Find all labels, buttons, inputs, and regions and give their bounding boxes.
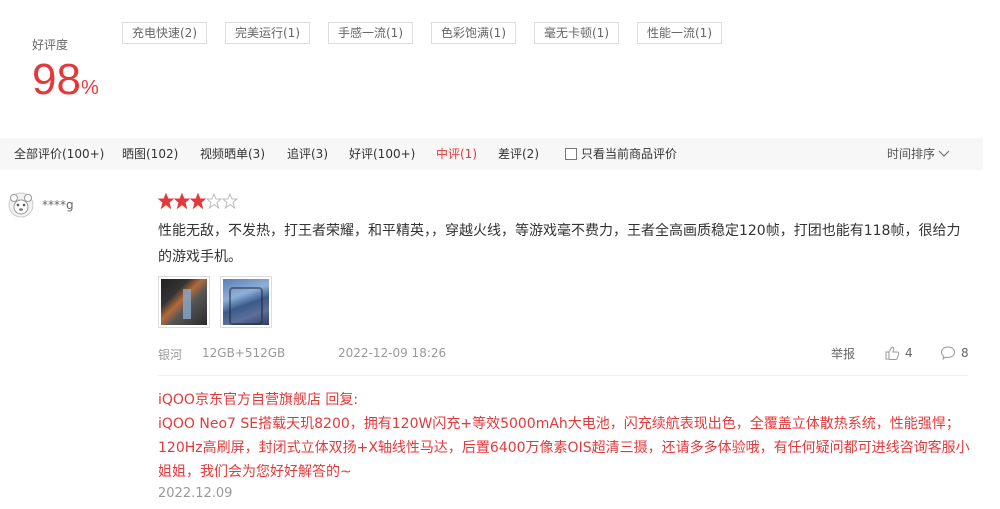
comment-button[interactable]: 8 — [940, 345, 969, 361]
rating-unit: % — [80, 77, 99, 99]
filter-followup[interactable]: 追评(3) — [287, 138, 328, 170]
like-count: 4 — [905, 346, 913, 360]
filter-good[interactable]: 好评(100+) — [349, 138, 415, 170]
star-rating — [158, 193, 238, 209]
filter-all[interactable]: 全部评价(100+) — [14, 138, 104, 170]
thumb-up-icon — [885, 346, 900, 360]
filter-bad[interactable]: 差评(2) — [498, 138, 539, 170]
rating-value: 98% — [32, 56, 99, 104]
filter-medium[interactable]: 中评(1) — [436, 138, 477, 170]
username: ****g — [42, 198, 74, 212]
filter-photos[interactable]: 晒图(102) — [122, 138, 178, 170]
tag-item[interactable]: 完美运行(1) — [225, 22, 310, 44]
reply-header: iQOO京东官方自营旗舰店 回复: — [158, 392, 359, 408]
star-icon — [222, 193, 238, 209]
checkbox-icon[interactable] — [565, 148, 577, 160]
current-product-only-label: 只看当前商品评价 — [581, 147, 678, 161]
like-button[interactable]: 4 — [884, 345, 913, 361]
review-text: 性能无敌，不发热，打王者荣耀，和平精英，，穿越火线，等游戏毫不费力，王者全高画质… — [158, 223, 961, 265]
avatar-icon — [8, 192, 34, 218]
reply-text: iQOO Neo7 SE搭载天玑8200，拥有120W闪充+等效5000mAh大… — [158, 416, 970, 480]
review-image-thumbnail[interactable] — [158, 276, 210, 328]
tag-item[interactable]: 手感一流(1) — [328, 22, 413, 44]
star-icon — [174, 193, 190, 209]
current-product-only-toggle[interactable]: 只看当前商品评价 — [565, 138, 677, 170]
rating-number: 98 — [32, 55, 81, 104]
review-datetime: 2022-12-09 18:26 — [338, 346, 447, 360]
review-tags: 充电快速(2) 完美运行(1) 手感一流(1) 色彩饱满(1) 毫无卡顿(1) … — [122, 22, 740, 44]
review-images — [158, 276, 282, 328]
review-image-thumbnail[interactable] — [220, 276, 272, 328]
seller-reply: iQOO京东官方自营旗舰店 回复: iQOO Neo7 SE搭载天玑8200，拥… — [158, 388, 970, 484]
comment-count: 8 — [961, 346, 969, 360]
star-icon — [190, 193, 206, 209]
tag-item[interactable]: 充电快速(2) — [122, 22, 207, 44]
sort-label: 时间排序 — [887, 147, 936, 161]
product-spec: 12GB+512GB — [202, 346, 286, 360]
tag-item[interactable]: 色彩饱满(1) — [431, 22, 516, 44]
sort-by-time[interactable]: 时间排序 — [887, 138, 950, 170]
filter-video[interactable]: 视频晒单(3) — [200, 138, 265, 170]
comment-icon — [940, 346, 956, 361]
chevron-down-icon — [938, 150, 950, 157]
report-button[interactable]: 举报 — [831, 345, 855, 362]
product-color: 银河 — [158, 348, 183, 362]
star-icon — [158, 193, 174, 209]
rating-label: 好评度 — [32, 38, 69, 52]
divider — [158, 375, 968, 376]
star-icon — [206, 193, 222, 209]
tag-item[interactable]: 毫无卡顿(1) — [534, 22, 619, 44]
reply-date: 2022.12.09 — [158, 486, 233, 501]
rating-summary: 好评度 98% — [32, 36, 99, 104]
tag-item[interactable]: 性能一流(1) — [637, 22, 722, 44]
filter-bar: 全部评价(100+) 晒图(102) 视频晒单(3) 追评(3) 好评(100+… — [0, 138, 983, 170]
